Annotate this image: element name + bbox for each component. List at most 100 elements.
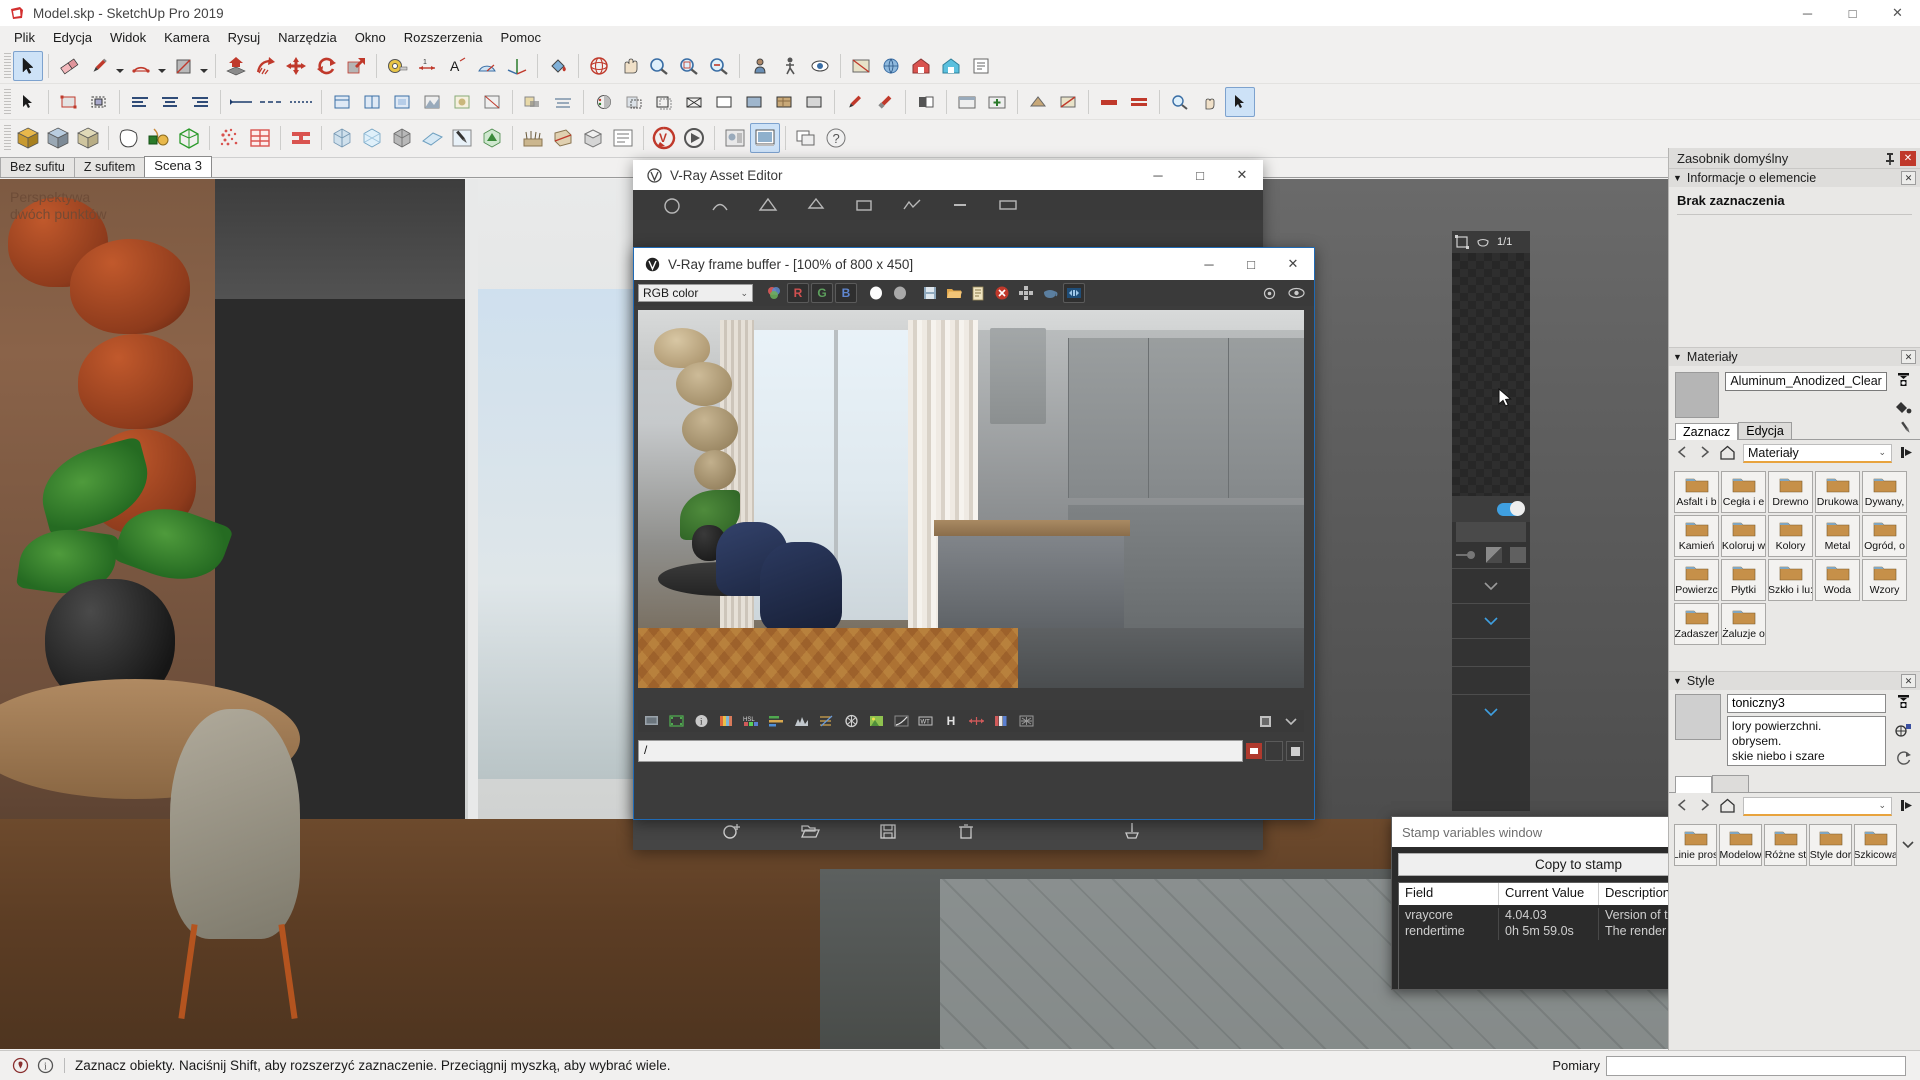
zoom-tool[interactable] bbox=[644, 51, 674, 81]
home-icon[interactable] bbox=[1719, 445, 1736, 463]
vfb-layers-button[interactable] bbox=[1255, 711, 1277, 731]
vray-light[interactable] bbox=[357, 123, 387, 153]
vray-section[interactable] bbox=[578, 123, 608, 153]
opacity-slider-icon[interactable] bbox=[1456, 549, 1478, 561]
sandbox-from-contours[interactable] bbox=[215, 123, 245, 153]
clipboard-button[interactable] bbox=[967, 283, 989, 303]
scene-tab-scena-3[interactable]: Scena 3 bbox=[144, 156, 212, 177]
render-region-button[interactable] bbox=[1015, 283, 1037, 303]
hsl-icon[interactable]: HSL bbox=[740, 711, 762, 731]
toolbar-grip[interactable] bbox=[4, 125, 11, 151]
material-name-field[interactable]: Aluminum_Anodized_Clear bbox=[1725, 372, 1887, 391]
add-sphere-icon[interactable] bbox=[721, 820, 743, 842]
style-mix-icon[interactable] bbox=[1894, 722, 1912, 742]
vray-asset-editor-btn[interactable] bbox=[720, 123, 750, 153]
scenes-add[interactable] bbox=[982, 87, 1012, 117]
folder-item[interactable]: Drewno bbox=[1768, 471, 1813, 513]
folder-item[interactable]: Cegła i e bbox=[1721, 471, 1766, 513]
outer-shell-tool[interactable] bbox=[114, 123, 144, 153]
exposure-icon[interactable] bbox=[965, 711, 987, 731]
details-arrow-icon[interactable] bbox=[1899, 445, 1914, 463]
stereo-button[interactable] bbox=[1063, 283, 1085, 303]
color-bars-icon[interactable] bbox=[715, 711, 737, 731]
paint-bucket-icon[interactable] bbox=[1894, 399, 1913, 419]
section-row-1[interactable] bbox=[1452, 638, 1530, 666]
folder-item[interactable]: Różne st bbox=[1764, 824, 1807, 866]
arc-tool-dropdown[interactable] bbox=[156, 51, 168, 81]
protractor-tool[interactable] bbox=[472, 51, 502, 81]
vray-geometry[interactable] bbox=[387, 123, 417, 153]
folder-item[interactable]: Żaluzje o bbox=[1721, 603, 1766, 645]
intersect-tool[interactable] bbox=[144, 123, 174, 153]
stamp-option-button[interactable] bbox=[1265, 741, 1283, 761]
scale-tool[interactable] bbox=[341, 51, 371, 81]
folder-item[interactable]: Szkło i lu: bbox=[1768, 559, 1813, 601]
layer-5[interactable] bbox=[447, 87, 477, 117]
followme-tool[interactable] bbox=[251, 51, 281, 81]
layer-4[interactable] bbox=[417, 87, 447, 117]
folder-item[interactable]: Kolory bbox=[1768, 515, 1813, 557]
sandbox-stamp[interactable] bbox=[286, 123, 316, 153]
rectangle-tool-dropdown[interactable] bbox=[198, 51, 210, 81]
style-name-field[interactable]: toniczny3 bbox=[1727, 694, 1886, 713]
toolbar-grip[interactable] bbox=[4, 88, 11, 115]
menu-rozszerzenia[interactable]: Rozszerzenia bbox=[395, 28, 492, 47]
menu-narzedzia[interactable]: Narzędzia bbox=[269, 28, 346, 47]
dashes-3[interactable] bbox=[286, 87, 316, 117]
align-left[interactable] bbox=[125, 87, 155, 117]
dashes-2[interactable] bbox=[256, 87, 286, 117]
folder-open-icon[interactable] bbox=[799, 820, 821, 842]
wt-icon[interactable]: WT bbox=[915, 711, 937, 731]
vray-render[interactable]: V bbox=[649, 123, 679, 153]
vray-fur[interactable] bbox=[518, 123, 548, 153]
vray-picker[interactable] bbox=[447, 123, 477, 153]
layer-2[interactable] bbox=[357, 87, 387, 117]
dashes-1[interactable] bbox=[226, 87, 256, 117]
wireframe[interactable] bbox=[679, 87, 709, 117]
pushpull-tool[interactable] bbox=[221, 51, 251, 81]
rgb-channel-button[interactable] bbox=[763, 283, 785, 303]
save-image-button[interactable] bbox=[919, 283, 941, 303]
folder-item[interactable]: Szkicowa bbox=[1854, 824, 1897, 866]
toolbar-grip[interactable] bbox=[4, 52, 11, 79]
folder-item[interactable]: Koloruj w bbox=[1721, 515, 1766, 557]
menu-okno[interactable]: Okno bbox=[346, 28, 395, 47]
folder-item[interactable]: Zadaszer bbox=[1674, 603, 1719, 645]
color-picker-tool[interactable] bbox=[911, 87, 941, 117]
vray-clipper[interactable] bbox=[548, 123, 578, 153]
layer-1[interactable] bbox=[327, 87, 357, 117]
folder-item[interactable]: Dywany, bbox=[1862, 471, 1907, 513]
stop-render-button[interactable] bbox=[991, 283, 1013, 303]
arc-tool[interactable] bbox=[126, 51, 156, 81]
mask-icon[interactable] bbox=[1510, 547, 1526, 563]
maximize-button[interactable]: □ bbox=[1230, 248, 1272, 280]
close-button[interactable]: ✕ bbox=[1272, 248, 1314, 280]
tab-style-select[interactable] bbox=[1675, 776, 1712, 793]
style-settings[interactable] bbox=[589, 87, 619, 117]
section-cut[interactable] bbox=[1053, 87, 1083, 117]
look-around-tool[interactable] bbox=[805, 51, 835, 81]
folder-item[interactable]: Style dor bbox=[1809, 824, 1852, 866]
levels-icon[interactable] bbox=[765, 711, 787, 731]
menu-edycja[interactable]: Edycja bbox=[44, 28, 101, 47]
vfb-eye-button[interactable] bbox=[1285, 283, 1307, 303]
close-button[interactable]: ✕ bbox=[1875, 0, 1920, 26]
vfb-render-canvas[interactable] bbox=[638, 310, 1304, 688]
rotate-tool[interactable] bbox=[311, 51, 341, 81]
panel-header-styles[interactable]: ▼ Style ✕ bbox=[1669, 671, 1920, 690]
material-library-select[interactable]: Materiały ⌄ bbox=[1743, 444, 1892, 463]
solid-bar[interactable] bbox=[1094, 87, 1124, 117]
folder-item[interactable]: Płytki bbox=[1721, 559, 1766, 601]
create-material-icon[interactable] bbox=[1895, 372, 1912, 392]
eraser-tool[interactable] bbox=[54, 51, 84, 81]
style-preview-swatch[interactable] bbox=[1675, 694, 1721, 740]
paint-bucket-tool[interactable] bbox=[543, 51, 573, 81]
section-row-2[interactable] bbox=[1452, 666, 1530, 694]
load-image-button[interactable] bbox=[943, 283, 965, 303]
vray-teapot-button[interactable] bbox=[1039, 283, 1061, 303]
menu-rysuj[interactable]: Rysuj bbox=[219, 28, 270, 47]
region-square-icon[interactable] bbox=[1455, 235, 1469, 249]
group-tool[interactable] bbox=[84, 87, 114, 117]
blue-channel-button[interactable]: B bbox=[835, 283, 857, 303]
chevron-down-icon[interactable] bbox=[1901, 838, 1915, 853]
